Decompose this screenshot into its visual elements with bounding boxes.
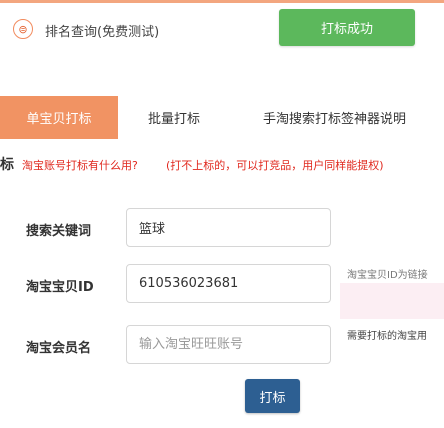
page-title: 排名查询(免费测试) [45, 25, 160, 40]
tab-instructions[interactable]: 手淘搜索打标签神器说明 [263, 96, 406, 139]
item-id-note: 淘宝宝贝ID为链接 [347, 270, 428, 281]
tip-badge: 标 [0, 157, 14, 173]
blurred-note-area [340, 283, 444, 319]
keyword-label: 搜索关键词 [26, 224, 92, 239]
tab-batch-mark[interactable]: 批量打标 [148, 96, 200, 139]
member-note: 需要打标的淘宝用 [347, 331, 427, 342]
member-label: 淘宝会员名 [26, 341, 92, 356]
mark-success-button[interactable]: 打标成功 [279, 9, 415, 46]
tip-description: (打不上标的，可以打竞品，用户同样能提权) [166, 159, 384, 172]
keyword-input[interactable] [126, 208, 331, 247]
item-id-input[interactable] [126, 264, 331, 303]
member-input[interactable] [126, 325, 331, 364]
mark-button[interactable]: 打标 [245, 379, 300, 413]
stamp-icon: ⊜ [13, 19, 33, 39]
item-id-label: 淘宝宝贝ID [26, 280, 94, 295]
tab-single-item-mark[interactable]: 单宝贝打标 [0, 96, 118, 139]
tip-question: 淘宝账号打标有什么用? [22, 159, 138, 172]
top-accent-line [0, 0, 444, 3]
